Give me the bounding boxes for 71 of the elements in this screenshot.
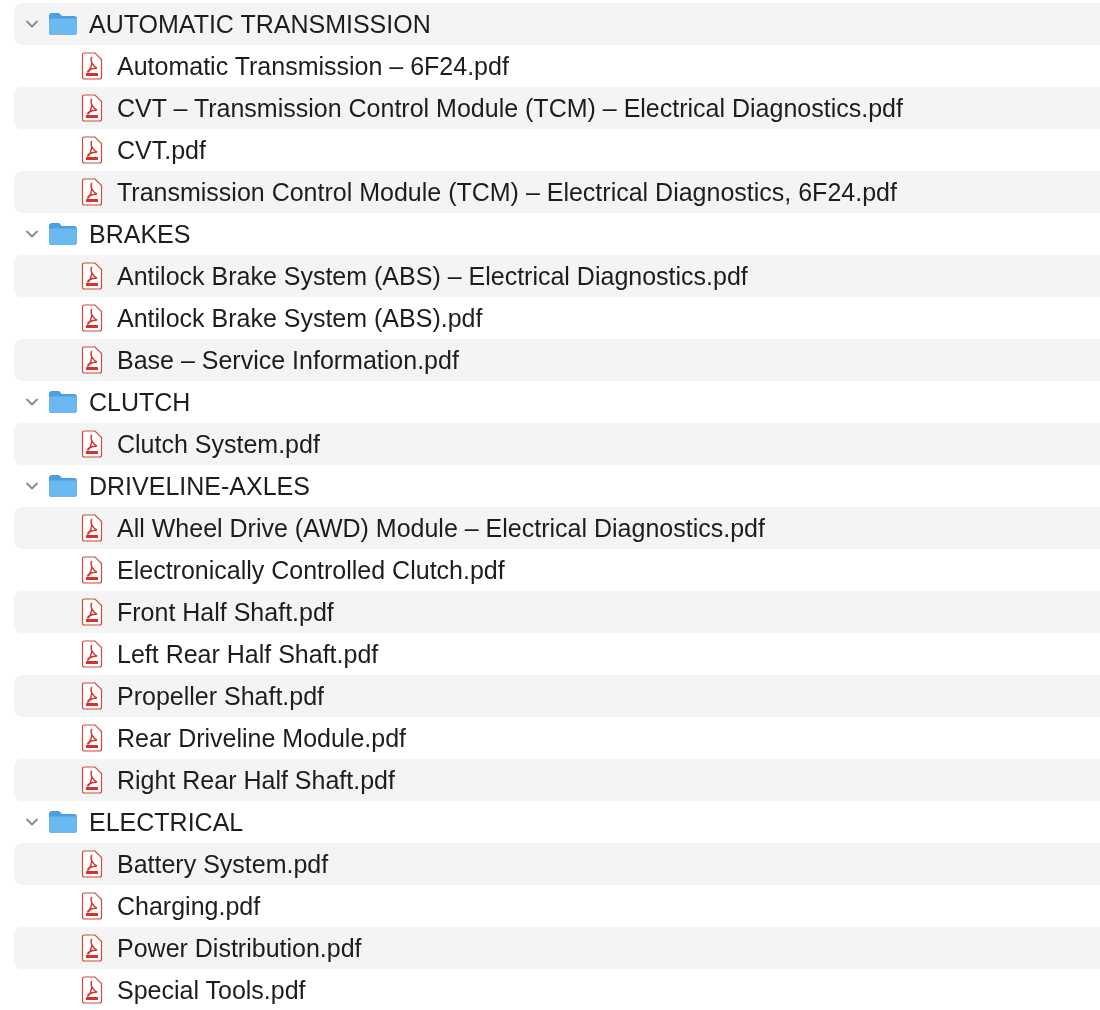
folder-name: ELECTRICAL <box>89 807 244 837</box>
folder-icon <box>48 390 78 414</box>
folder-name: AUTOMATIC TRANSMISSION <box>89 9 431 39</box>
file-row[interactable]: CVT – Transmission Control Module (TCM) – Electrical Diagnostics.pdf <box>14 87 1100 129</box>
file-name: Battery System.pdf <box>117 849 329 879</box>
folder-row[interactable]: DRIVELINE-AXLES <box>14 465 1100 507</box>
folder-name: CLUTCH <box>89 387 191 417</box>
folder-row[interactable]: CLUTCH <box>14 381 1100 423</box>
pdf-file-icon <box>81 766 103 794</box>
file-row[interactable]: Antilock Brake System (ABS).pdf <box>14 297 1100 339</box>
folder-icon <box>48 810 78 834</box>
pdf-file-icon <box>81 850 103 878</box>
pdf-file-icon <box>81 94 103 122</box>
file-name: Front Half Shaft.pdf <box>117 597 334 627</box>
pdf-file-icon <box>81 178 103 206</box>
file-row[interactable]: Battery System.pdf <box>14 843 1100 885</box>
file-name: Antilock Brake System (ABS).pdf <box>117 303 483 333</box>
pdf-file-icon <box>81 598 103 626</box>
file-name: Left Rear Half Shaft.pdf <box>117 639 379 669</box>
pdf-file-icon <box>81 136 103 164</box>
file-name: Electronically Controlled Clutch.pdf <box>117 555 505 585</box>
file-name: All Wheel Drive (AWD) Module – Electrical Diagnostics.pdf <box>117 513 765 543</box>
file-row[interactable]: Propeller Shaft.pdf <box>14 675 1100 717</box>
file-row[interactable]: Antilock Brake System (ABS) – Electrical Diagnostics.pdf <box>14 255 1100 297</box>
folder-icon <box>48 474 78 498</box>
file-row[interactable]: Automatic Transmission – 6F24.pdf <box>14 45 1100 87</box>
file-row[interactable]: Charging.pdf <box>14 885 1100 927</box>
file-row[interactable]: Right Rear Half Shaft.pdf <box>14 759 1100 801</box>
file-name: Right Rear Half Shaft.pdf <box>117 765 395 795</box>
file-row[interactable]: Front Half Shaft.pdf <box>14 591 1100 633</box>
pdf-file-icon <box>81 724 103 752</box>
file-row[interactable]: All Wheel Drive (AWD) Module – Electrical Diagnostics.pdf <box>14 507 1100 549</box>
pdf-file-icon <box>81 346 103 374</box>
pdf-file-icon <box>81 976 103 1004</box>
folder-name: BRAKES <box>89 219 191 249</box>
file-name: Special Tools.pdf <box>117 975 306 1005</box>
file-name: CVT.pdf <box>117 135 206 165</box>
pdf-file-icon <box>81 304 103 332</box>
folder-icon <box>48 222 78 246</box>
pdf-file-icon <box>81 52 103 80</box>
file-row[interactable]: Rear Driveline Module.pdf <box>14 717 1100 759</box>
file-row[interactable]: Base – Service Information.pdf <box>14 339 1100 381</box>
pdf-file-icon <box>81 934 103 962</box>
file-row[interactable]: Power Distribution.pdf <box>14 927 1100 969</box>
pdf-file-icon <box>81 640 103 668</box>
file-name: Charging.pdf <box>117 891 261 921</box>
pdf-file-icon <box>81 262 103 290</box>
file-name: CVT – Transmission Control Module (TCM) – Electrical Diagnostics.pdf <box>117 93 903 123</box>
file-name: Base – Service Information.pdf <box>117 345 459 375</box>
pdf-file-icon <box>81 892 103 920</box>
file-name: Clutch System.pdf <box>117 429 320 459</box>
folder-row[interactable]: ELECTRICAL <box>14 801 1100 843</box>
file-name: Automatic Transmission – 6F24.pdf <box>117 51 509 81</box>
file-name: Rear Driveline Module.pdf <box>117 723 407 753</box>
pdf-file-icon <box>81 556 103 584</box>
folder-icon <box>48 12 78 36</box>
file-row[interactable]: CVT.pdf <box>14 129 1100 171</box>
pdf-file-icon <box>81 514 103 542</box>
file-row[interactable]: Transmission Control Module (TCM) – Electrical Diagnostics, 6F24.pdf <box>14 171 1100 213</box>
folder-row[interactable]: BRAKES <box>14 213 1100 255</box>
file-row[interactable]: Special Tools.pdf <box>14 969 1100 1010</box>
file-name: Transmission Control Module (TCM) – Electrical Diagnostics, 6F24.pdf <box>117 177 897 207</box>
file-name: Power Distribution.pdf <box>117 933 362 963</box>
file-name: Propeller Shaft.pdf <box>117 681 325 711</box>
pdf-file-icon <box>81 682 103 710</box>
pdf-file-icon <box>81 430 103 458</box>
file-name: Antilock Brake System (ABS) – Electrical Diagnostics.pdf <box>117 261 748 291</box>
file-row[interactable]: Clutch System.pdf <box>14 423 1100 465</box>
file-row[interactable]: Left Rear Half Shaft.pdf <box>14 633 1100 675</box>
folder-name: DRIVELINE-AXLES <box>89 471 310 501</box>
file-row[interactable]: Electronically Controlled Clutch.pdf <box>14 549 1100 591</box>
